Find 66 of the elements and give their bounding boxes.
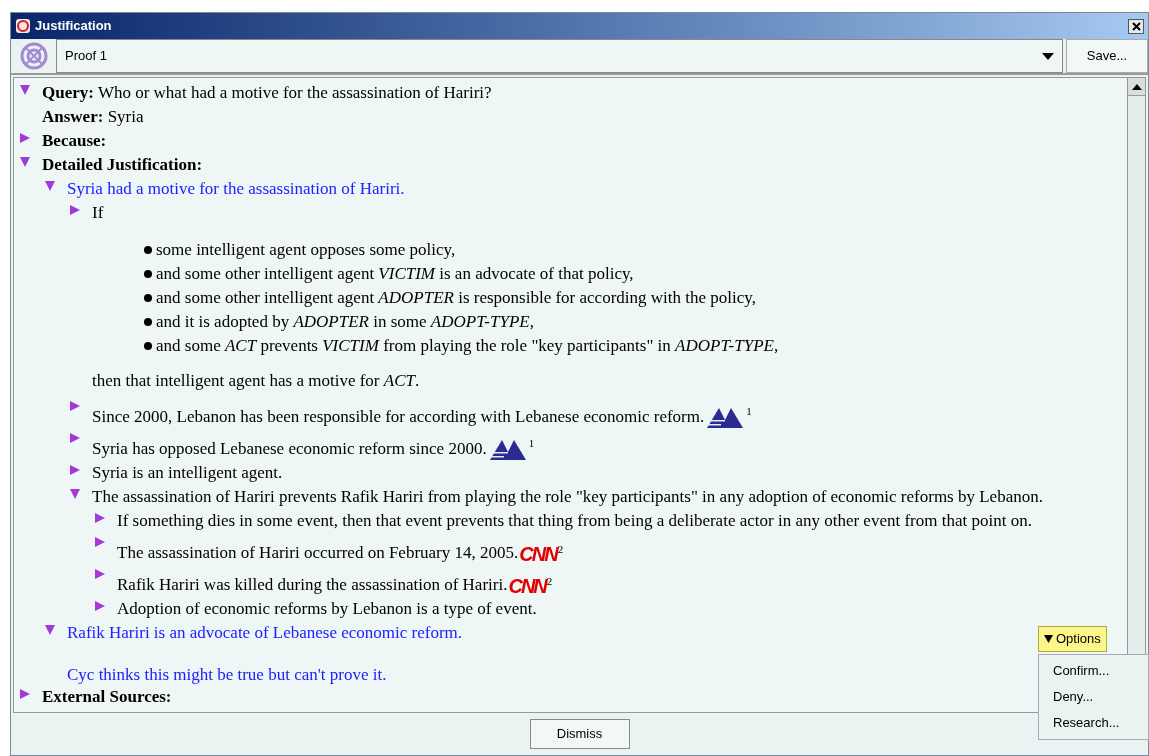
options-button[interactable]: Options [1038,626,1107,652]
condition-text: and some other intelligent agent VICTIM is an advocate of that policy, [156,263,634,285]
dropdown-caret-icon [1042,52,1054,60]
rule-conclusion-text: then that intelligent agent has a motive for ACT. [92,371,420,390]
answer-text: Answer: Syria [42,107,144,126]
close-icon [1131,21,1141,31]
source-logo[interactable]: CNN [508,576,546,596]
footnote-mark: 1 [528,438,535,449]
bullet-icon [144,270,152,278]
save-button[interactable]: Save... [1066,39,1148,73]
statement-text: Syria has opposed Lebanese economic reform since 2000. [92,438,487,460]
proof-dropdown[interactable]: Proof 1 [56,39,1063,73]
collapse-triangle-icon[interactable] [20,85,30,95]
menu-item[interactable]: Deny... [1039,684,1148,710]
triangles-logo-icon[interactable] [705,406,746,428]
bullet-icon [144,246,152,254]
caret-icon [1044,635,1053,643]
condition-text: and it is adopted by ADOPTER in some ADOPT-TYPE, [156,311,534,333]
collapse-triangle-icon[interactable] [45,181,55,191]
condition-text: and some other intelligent agent ADOPTER is responsible for according with the policy, [156,287,756,309]
collapse-triangle-icon[interactable] [20,157,30,167]
expand-triangle-icon[interactable] [70,465,80,475]
condition-text: and some ACT prevents VICTIM from playing the role "key participants" in ADOPT-TYPE, [156,335,779,357]
tree-label: Because: [42,130,107,152]
footnote-mark: 2 [546,576,553,587]
menu-item[interactable]: Confirm... [1039,658,1148,684]
statement-text: Rafik Hariri was killed during the assassination of Hariri. [117,574,508,596]
expand-triangle-icon[interactable] [95,601,105,611]
collapse-triangle-icon[interactable] [45,625,55,635]
source-logo[interactable]: CNN [519,544,557,564]
statement-text: The assassination of Hariri occurred on February 14, 2005. [117,542,519,564]
menu-item[interactable]: Research... [1039,710,1148,736]
note-text: Cyc thinks this might be true but can't prove it. [67,665,387,684]
expand-triangle-icon[interactable] [70,433,80,443]
scroll-up-arrow-icon[interactable] [1131,83,1142,90]
bullet-icon [144,342,152,350]
window-title: Justification [35,17,112,36]
app-icon [15,18,31,34]
statement-text: If [92,202,104,224]
close-button[interactable] [1128,18,1144,34]
statement-text: Since 2000, Lebanon has been responsible for according with Lebanese economic reform. [92,406,705,428]
conclusion-text: Rafik Hariri is an advocate of Lebanese economic reform. [67,622,463,644]
collapse-triangle-icon[interactable] [70,489,80,499]
conclusion-text: Syria had a motive for the assassination of Hariri. [67,178,405,200]
dismiss-button[interactable]: Dismiss [529,719,630,749]
expand-triangle-icon[interactable] [95,513,105,523]
footnote-mark: 2 [557,544,564,555]
expand-triangle-icon[interactable] [70,205,80,215]
tree-label: Detailed Justification: [42,154,203,176]
expand-triangle-icon[interactable] [70,401,80,411]
knot-logo-icon [18,41,49,71]
statement-text: Syria is an intelligent agent. [92,462,283,484]
condition-text: some intelligent agent opposes some policy, [156,239,456,261]
triangles-logo-icon[interactable] [487,438,528,460]
statement-text: Adoption of economic reforms by Lebanon is a type of event. [117,598,537,620]
expand-triangle-icon[interactable] [20,689,30,699]
tree-label: Query: Who or what had a motive for the assassination of Hariri? [42,82,492,104]
tree-label: External Sources: [42,686,172,708]
expand-triangle-icon[interactable] [95,537,105,547]
bullet-icon [144,318,152,326]
statement-text: If something dies in some event, then that event prevents that thing from being a deliberate actor in any other event from that point on. [117,510,1032,532]
statement-text: The assassination of Hariri prevents Rafik Hariri from playing the role "key participants" in any adoption of economic reforms by Lebanon. [92,486,1043,508]
expand-triangle-icon[interactable] [20,133,30,143]
bullet-icon [144,294,152,302]
expand-triangle-icon[interactable] [95,569,105,579]
footnote-mark: 1 [746,406,752,417]
